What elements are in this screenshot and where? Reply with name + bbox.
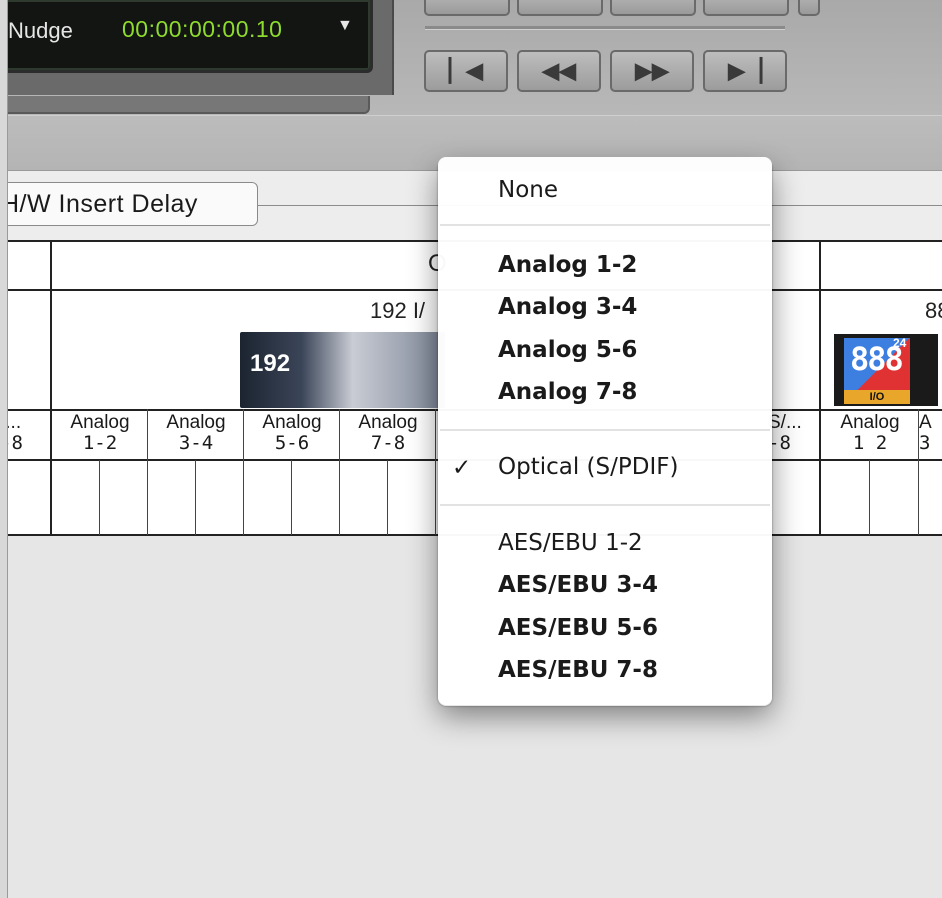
- menu-item-analog-5-6[interactable]: Analog 5-6: [498, 337, 637, 363]
- column-label-line2: -8: [768, 432, 791, 454]
- menu-item-analog-7-8[interactable]: Analog 7-8: [498, 379, 637, 405]
- go-to-end-icon: ▶▕: [728, 58, 762, 83]
- menu-item-analog-3-4[interactable]: Analog 3-4: [498, 294, 637, 320]
- menu-item-optical[interactable]: Optical (S/PDIF): [498, 454, 678, 480]
- grid-subcell-line: [99, 460, 100, 535]
- transport-divider: [425, 26, 785, 30]
- column-label-line2: 3: [919, 432, 931, 454]
- column-label-line2: 1 2: [852, 432, 888, 454]
- grid-vline-group: [50, 240, 52, 536]
- column-label-line2: 7-8: [370, 432, 406, 454]
- go-to-start-button[interactable]: ▏◀: [424, 50, 508, 92]
- menu-item-aes-7-8[interactable]: AES/EBU 7-8: [498, 657, 658, 683]
- device-192-badge: 192: [250, 350, 291, 377]
- device-888-label: 88: [925, 298, 942, 323]
- column-label-line1: Analog: [840, 412, 900, 433]
- column-header[interactable]: Analog 1 2: [821, 412, 919, 454]
- column-label-line2: 1-2: [82, 432, 118, 454]
- column-header[interactable]: Analog 5-6: [244, 412, 340, 454]
- grid-subcell-line: [195, 460, 196, 535]
- transport-button-top-2[interactable]: [517, 0, 603, 16]
- menu-item-analog-1-2[interactable]: Analog 1-2: [498, 252, 637, 278]
- column-label-line1: A: [919, 412, 932, 433]
- menu-item-aes-5-6[interactable]: AES/EBU 5-6: [498, 615, 658, 641]
- column-header[interactable]: A 3: [919, 412, 942, 454]
- transport-button-top-4[interactable]: [703, 0, 789, 16]
- transport-button-top-1[interactable]: [424, 0, 510, 16]
- grid-vline: [147, 409, 148, 535]
- column-label-line1: Analog: [262, 412, 322, 433]
- grid-vline: [243, 409, 244, 535]
- column-label-line1: Analog: [166, 412, 226, 433]
- grid-vline-group-2: [819, 240, 821, 536]
- column-header[interactable]: Analog 7-8: [340, 412, 436, 454]
- counter-sub-strip: [0, 96, 370, 114]
- column-header[interactable]: S/... -8: [768, 412, 818, 454]
- fast-forward-icon: ▶▶: [635, 58, 669, 83]
- column-label-line1: Analog: [358, 412, 418, 433]
- rewind-button[interactable]: ◀◀: [517, 50, 601, 92]
- transport-button-top-5[interactable]: [798, 0, 820, 16]
- grid-subcell-line: [387, 460, 388, 535]
- menu-separator: [440, 429, 770, 431]
- column-header[interactable]: Analog 3-4: [148, 412, 244, 454]
- hw-insert-delay-tab[interactable]: H/W Insert Delay: [0, 182, 258, 226]
- menu-item-aes-1-2[interactable]: AES/EBU 1-2: [498, 530, 643, 556]
- grid-subcell-line: [869, 460, 870, 535]
- device-888-superscript: 24: [893, 336, 907, 350]
- grid-vline: [918, 409, 919, 535]
- menu-item-aes-3-4[interactable]: AES/EBU 3-4: [498, 572, 658, 598]
- nudge-value-field[interactable]: 00:00:00:00.10: [122, 16, 282, 43]
- device-888-io-label: I/O: [844, 390, 910, 404]
- go-to-start-icon: ▏◀: [449, 58, 483, 83]
- rewind-icon: ◀◀: [542, 58, 576, 83]
- column-label-line2: 3-4: [178, 432, 214, 454]
- menu-separator: [440, 224, 770, 226]
- nudge-label: Nudge: [8, 18, 73, 43]
- go-to-end-button[interactable]: ▶▕: [703, 50, 787, 92]
- grid-vline: [435, 409, 436, 535]
- menu-item-none[interactable]: None: [498, 177, 558, 203]
- column-label-line1: Analog: [70, 412, 130, 433]
- nudge-dropdown-icon[interactable]: ▼: [337, 17, 353, 35]
- grid-subcell-line: [291, 460, 292, 535]
- window-left-edge: [0, 0, 8, 898]
- transport-button-top-3[interactable]: [610, 0, 696, 16]
- grid-vline: [339, 409, 340, 535]
- column-header[interactable]: Analog 1-2: [52, 412, 148, 454]
- output-selector-menu: None Analog 1-2 Analog 3-4 Analog 5-6 An…: [438, 157, 772, 705]
- column-label-line1: S/...: [768, 412, 802, 433]
- fast-forward-button[interactable]: ▶▶: [610, 50, 694, 92]
- device-192-label: 192 I/: [370, 298, 426, 323]
- checkmark-icon: ✓: [452, 454, 472, 480]
- menu-separator: [440, 504, 770, 506]
- column-label-line2: 5-6: [274, 432, 310, 454]
